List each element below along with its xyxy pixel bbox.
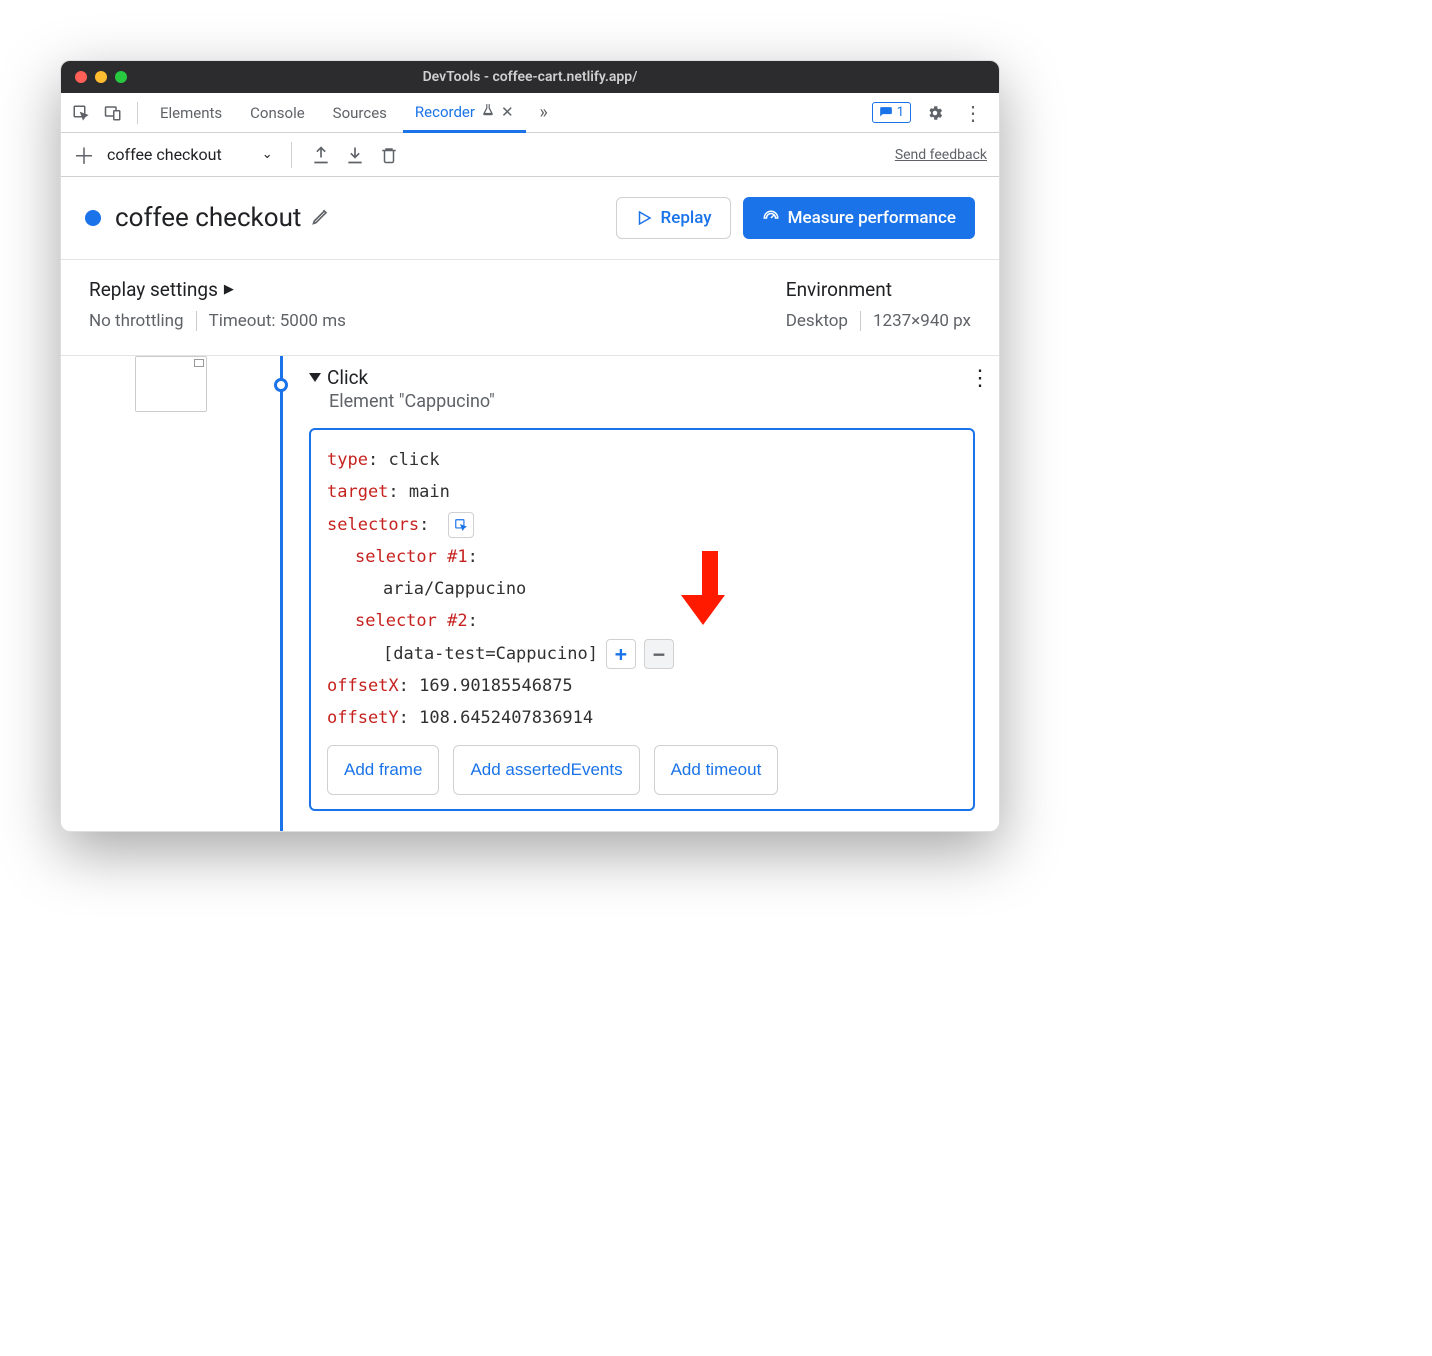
edit-icon[interactable] bbox=[311, 206, 331, 230]
add-selector-button[interactable]: + bbox=[606, 639, 636, 669]
recording-selector[interactable]: coffee checkout ⌄ bbox=[107, 145, 273, 164]
tab-recorder[interactable]: Recorder ✕ bbox=[403, 94, 526, 133]
add-asserted-events-button[interactable]: Add assertedEvents bbox=[453, 745, 639, 795]
chevron-down-icon: ⌄ bbox=[262, 147, 273, 162]
measure-performance-button[interactable]: Measure performance bbox=[743, 197, 975, 239]
replay-button[interactable]: Replay bbox=[616, 197, 731, 239]
environment-settings: Environment Desktop 1237×940 px bbox=[786, 278, 971, 331]
selector-2-value[interactable]: [data-test=Cappucino] bbox=[383, 638, 598, 670]
step-header[interactable]: Click bbox=[309, 366, 975, 389]
throttling-label: No throttling bbox=[89, 311, 184, 331]
issues-badge[interactable]: 1 bbox=[872, 102, 911, 123]
step-detail-box: type: click target: main selectors: sele… bbox=[309, 428, 975, 811]
viewport-label: 1237×940 px bbox=[873, 311, 971, 331]
more-tabs-icon[interactable]: » bbox=[530, 99, 558, 127]
recording-header: coffee checkout Replay Measure performan… bbox=[61, 177, 999, 260]
close-window-button[interactable] bbox=[75, 71, 87, 83]
window-controls bbox=[61, 71, 127, 83]
maximize-window-button[interactable] bbox=[115, 71, 127, 83]
step-title: Click bbox=[327, 366, 368, 389]
environment-title: Environment bbox=[786, 278, 971, 301]
timeline bbox=[261, 356, 301, 831]
step-more-icon[interactable]: ⋮ bbox=[969, 366, 991, 391]
timeout-label: Timeout: 5000 ms bbox=[209, 311, 346, 331]
tab-sources[interactable]: Sources bbox=[321, 93, 399, 132]
caret-down-icon bbox=[309, 373, 321, 382]
send-feedback-link[interactable]: Send feedback bbox=[895, 147, 987, 163]
delete-icon[interactable] bbox=[378, 144, 400, 166]
export-icon[interactable] bbox=[310, 144, 332, 166]
recording-title: coffee checkout bbox=[115, 203, 301, 233]
tab-console[interactable]: Console bbox=[238, 93, 317, 132]
device-toggle-icon[interactable] bbox=[99, 99, 127, 127]
toolbar-right: 1 ⋮ bbox=[872, 99, 993, 127]
more-vert-icon[interactable]: ⋮ bbox=[959, 99, 987, 127]
step-subtitle: Element "Cappucino" bbox=[329, 391, 975, 412]
replay-settings: Replay settings ▶ No throttling Timeout:… bbox=[89, 278, 346, 331]
import-icon[interactable] bbox=[344, 144, 366, 166]
thumbnail-column bbox=[61, 356, 261, 831]
step-detail: ⋮ Click Element "Cappucino" type: click … bbox=[301, 356, 999, 831]
replay-settings-title[interactable]: Replay settings ▶ bbox=[89, 278, 346, 301]
titlebar: DevTools - coffee-cart.netlify.app/ bbox=[61, 61, 999, 93]
settings-section: Replay settings ▶ No throttling Timeout:… bbox=[61, 260, 999, 356]
devtools-window: DevTools - coffee-cart.netlify.app/ Elem… bbox=[60, 60, 1000, 832]
add-frame-button[interactable]: Add frame bbox=[327, 745, 439, 795]
separator bbox=[137, 102, 138, 124]
close-tab-icon[interactable]: ✕ bbox=[501, 103, 514, 121]
inspect-icon[interactable] bbox=[67, 99, 95, 127]
steps-area: ⋮ Click Element "Cappucino" type: click … bbox=[61, 356, 999, 831]
separator bbox=[291, 142, 292, 168]
recording-indicator-icon bbox=[85, 210, 101, 226]
device-label: Desktop bbox=[786, 311, 848, 331]
timeline-node-icon bbox=[274, 378, 288, 392]
flask-icon bbox=[481, 103, 495, 121]
caret-right-icon: ▶ bbox=[224, 282, 234, 297]
thumbnail-preview-icon bbox=[194, 359, 204, 367]
selector-1-value[interactable]: aria/Cappucino bbox=[383, 573, 526, 605]
tab-elements[interactable]: Elements bbox=[148, 93, 234, 132]
window-title: DevTools - coffee-cart.netlify.app/ bbox=[61, 69, 999, 85]
gear-icon[interactable] bbox=[921, 99, 949, 127]
element-picker-icon[interactable] bbox=[448, 512, 474, 538]
annotation-arrow-icon bbox=[695, 551, 725, 625]
step-thumbnail[interactable] bbox=[135, 356, 207, 412]
remove-selector-button[interactable]: − bbox=[644, 639, 674, 669]
recorder-toolbar: ＋ coffee checkout ⌄ Send feedback bbox=[61, 133, 999, 177]
new-recording-icon[interactable]: ＋ bbox=[73, 144, 95, 166]
panel-tabs: Elements Console Sources Recorder ✕ » 1 … bbox=[61, 93, 999, 133]
add-timeout-button[interactable]: Add timeout bbox=[654, 745, 779, 795]
minimize-window-button[interactable] bbox=[95, 71, 107, 83]
